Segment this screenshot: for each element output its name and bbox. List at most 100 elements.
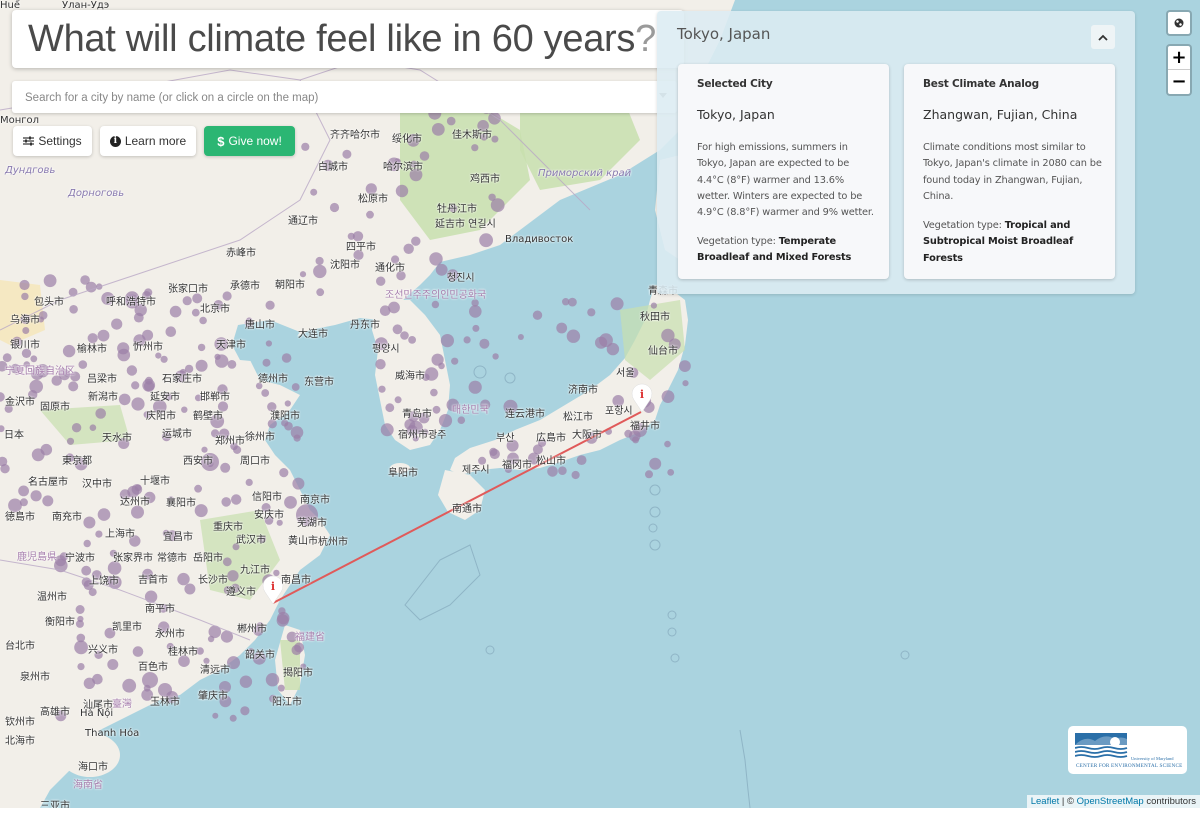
city-circle[interactable] <box>490 198 505 213</box>
city-circle[interactable] <box>504 465 512 473</box>
city-circle[interactable] <box>374 337 388 351</box>
city-circle[interactable] <box>421 428 429 436</box>
city-circle[interactable] <box>587 308 596 317</box>
city-circle[interactable] <box>253 625 264 636</box>
zoom-out-button[interactable]: − <box>1168 70 1190 94</box>
city-circle[interactable] <box>471 144 479 152</box>
give-now-button[interactable]: $ Give now! <box>204 126 295 156</box>
city-circle[interactable] <box>30 355 38 363</box>
city-circle[interactable] <box>576 455 587 465</box>
city-circle[interactable] <box>313 264 327 279</box>
city-circle[interactable] <box>43 274 57 288</box>
learn-more-button[interactable]: i Learn more <box>100 126 196 156</box>
collapse-panel-button[interactable] <box>1091 25 1115 49</box>
city-circle[interactable] <box>316 288 325 297</box>
city-circle[interactable] <box>406 425 418 437</box>
city-circle[interactable] <box>649 457 662 470</box>
city-circle[interactable] <box>435 263 448 276</box>
city-circle[interactable] <box>162 529 170 537</box>
city-circle[interactable] <box>125 291 139 305</box>
city-circle[interactable] <box>239 675 253 688</box>
city-circle[interactable] <box>141 689 154 701</box>
city-circle[interactable] <box>432 405 441 414</box>
city-circle[interactable] <box>661 390 675 403</box>
osm-link[interactable]: OpenStreetMap <box>1077 796 1144 807</box>
city-circle[interactable] <box>78 360 88 369</box>
city-circle[interactable] <box>392 324 403 335</box>
city-circle[interactable] <box>571 470 580 480</box>
city-circle[interactable] <box>446 116 456 126</box>
city-circle[interactable] <box>194 504 208 518</box>
city-circle[interactable] <box>165 326 177 338</box>
city-circle[interactable] <box>201 453 219 471</box>
city-circle[interactable] <box>144 491 156 504</box>
city-circle[interactable] <box>65 453 75 462</box>
city-circle[interactable] <box>469 305 482 318</box>
city-circle[interactable] <box>286 631 298 643</box>
city-circle[interactable] <box>143 381 155 392</box>
city-circle[interactable] <box>21 292 29 301</box>
city-circle[interactable] <box>219 681 231 693</box>
city-circle[interactable] <box>517 334 524 340</box>
city-circle[interactable] <box>104 627 116 639</box>
city-circle[interactable] <box>610 297 624 311</box>
city-circle[interactable] <box>457 416 466 425</box>
city-circle[interactable] <box>8 498 22 513</box>
city-circle[interactable] <box>122 678 137 693</box>
city-circle[interactable] <box>195 359 208 372</box>
city-circle[interactable] <box>227 570 239 582</box>
city-circle[interactable] <box>213 300 224 310</box>
city-circle[interactable] <box>479 233 493 248</box>
city-circle[interactable] <box>0 464 10 474</box>
city-circle[interactable] <box>296 504 318 526</box>
city-circle[interactable] <box>300 663 307 670</box>
city-circle[interactable] <box>396 271 406 281</box>
city-circle[interactable] <box>227 656 240 670</box>
city-circle[interactable] <box>192 293 203 304</box>
city-circle[interactable] <box>83 516 96 529</box>
city-circle[interactable] <box>219 695 232 708</box>
city-circle[interactable] <box>375 359 386 370</box>
city-circle[interactable] <box>566 329 581 343</box>
leaflet-link[interactable]: Leaflet <box>1031 796 1060 807</box>
city-circle[interactable] <box>446 398 460 412</box>
city-circle[interactable] <box>66 437 75 445</box>
city-circle[interactable] <box>248 647 255 654</box>
city-circle[interactable] <box>446 269 459 281</box>
city-circle[interactable] <box>211 429 220 438</box>
city-circle[interactable] <box>480 399 491 410</box>
city-circle[interactable] <box>166 691 178 703</box>
city-circle[interactable] <box>95 530 103 538</box>
city-circle[interactable] <box>284 400 291 407</box>
city-circle[interactable] <box>365 183 377 195</box>
city-circle[interactable] <box>230 442 238 451</box>
city-circle[interactable] <box>30 490 42 502</box>
city-circle[interactable] <box>281 419 289 427</box>
city-circle[interactable] <box>408 336 416 344</box>
city-circle[interactable] <box>281 353 292 363</box>
city-circle[interactable] <box>492 353 499 360</box>
city-circle[interactable] <box>69 305 78 314</box>
city-circle[interactable] <box>378 385 386 393</box>
city-circle[interactable] <box>503 399 518 414</box>
city-circle[interactable] <box>87 333 98 344</box>
city-circle[interactable] <box>292 477 305 490</box>
city-circle[interactable] <box>74 640 88 655</box>
city-circle[interactable] <box>161 432 172 442</box>
city-circle[interactable] <box>75 605 85 614</box>
city-circle[interactable] <box>632 436 640 444</box>
city-circle[interactable] <box>322 159 334 171</box>
city-circle[interactable] <box>77 663 85 671</box>
city-circle[interactable] <box>353 249 364 261</box>
city-circle[interactable] <box>111 318 123 330</box>
city-circle[interactable] <box>264 516 274 525</box>
city-circle[interactable] <box>134 484 142 492</box>
city-circle[interactable] <box>301 142 310 151</box>
city-circle[interactable] <box>406 133 420 147</box>
city-circle[interactable] <box>164 393 172 401</box>
city-circle[interactable] <box>310 188 318 196</box>
city-circle[interactable] <box>489 448 500 460</box>
city-circle[interactable] <box>449 204 458 213</box>
city-circle[interactable] <box>599 333 613 348</box>
city-circle[interactable] <box>95 408 106 419</box>
